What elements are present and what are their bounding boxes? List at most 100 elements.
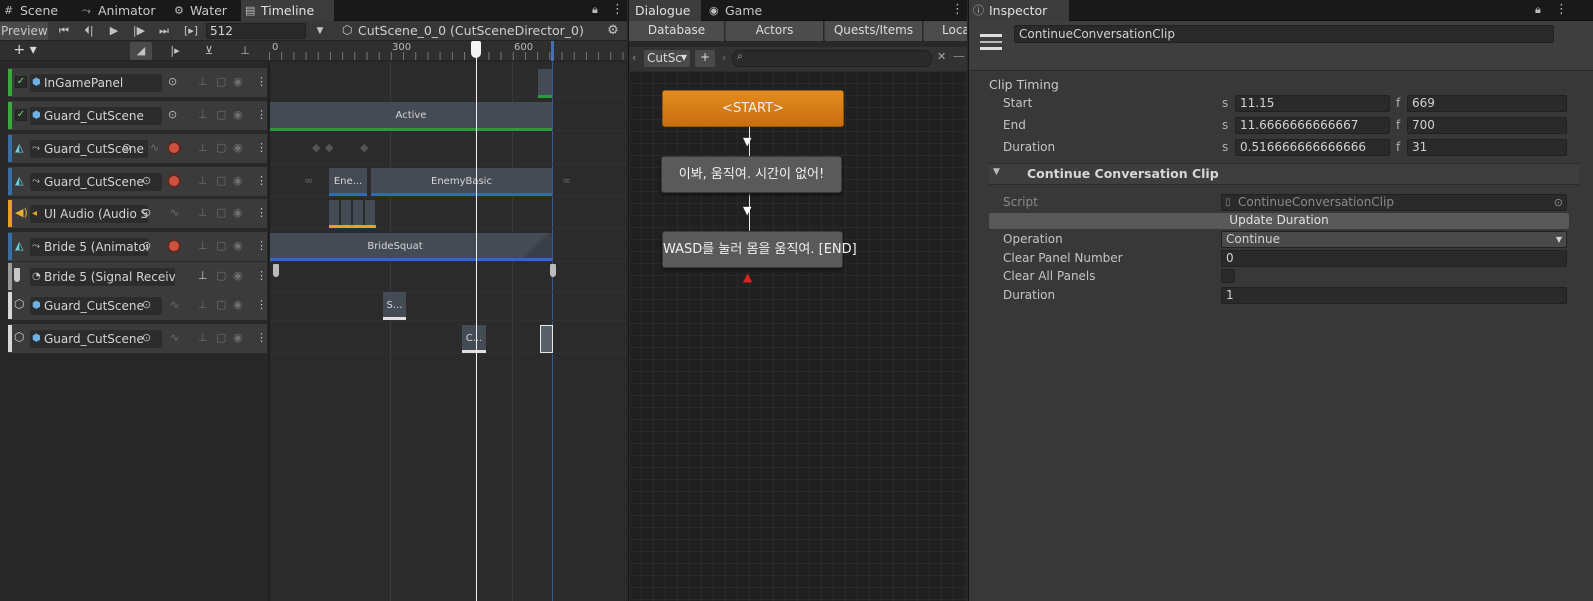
object-picker-icon[interactable]: ⊙ bbox=[142, 239, 151, 252]
track-name-field[interactable]: ◔ Bride 5 (Signal Receiv bbox=[30, 268, 175, 286]
component-header[interactable]: ▼ Continue Conversation Clip bbox=[989, 163, 1579, 185]
panel-menu-icon[interactable]: ⋮ bbox=[951, 0, 964, 21]
pin-icon[interactable]: ⊥ bbox=[198, 331, 208, 344]
track-menu-icon[interactable]: ⋮ bbox=[256, 298, 267, 311]
dialogue-node[interactable]: 이봐, 움직여. 시간이 없어! bbox=[661, 156, 842, 193]
foldout-arrow-icon[interactable]: ▼ bbox=[993, 167, 1000, 177]
track-header[interactable]: ✓ ⬢ InGamePanel ⊙ ⊥ ▢ ◉ ⋮ bbox=[8, 68, 267, 98]
activation-clip[interactable] bbox=[538, 69, 552, 98]
curves-icon[interactable]: ∿ bbox=[170, 331, 179, 344]
update-duration-button[interactable]: Update Duration bbox=[989, 213, 1569, 229]
chevron-left-icon[interactable]: ‹ bbox=[632, 51, 636, 64]
track-menu-icon[interactable]: ⋮ bbox=[256, 239, 267, 252]
tab-animator[interactable]: ⤳ Animator bbox=[78, 0, 166, 21]
activation-clip[interactable]: Active bbox=[270, 102, 552, 131]
curves-icon[interactable]: ∿ bbox=[170, 206, 179, 219]
go-to-start-icon[interactable]: ⏮ bbox=[54, 22, 74, 40]
clear-all-checkbox[interactable] bbox=[1221, 269, 1235, 283]
visibility-eye-icon[interactable]: ◉ bbox=[233, 269, 243, 282]
subtab-actors[interactable]: Actors bbox=[726, 21, 824, 41]
selected-clip[interactable] bbox=[540, 325, 553, 353]
track-name-field[interactable]: ⤳ Bride 5 (Animator bbox=[30, 238, 148, 256]
object-picker-icon[interactable]: ⊙ bbox=[142, 206, 151, 219]
track-header[interactable]: ✓ ⬢ Guard_CutScene ⊙ ⊥ ▢ ◉ ⋮ bbox=[8, 101, 267, 131]
dialogue-graph-canvas[interactable]: ▼ ▼ ▲ <START> 이봐, 움직여. 시간이 없어! WASD를 눌러 … bbox=[629, 71, 967, 601]
end-frames-field[interactable]: 700 bbox=[1407, 117, 1567, 134]
track-header[interactable]: ⬡ ⬢ Guard_CutScene ⊙ ∿ ⊥ ▢ ◉ ⋮ bbox=[8, 324, 267, 354]
marker-pin-icon[interactable]: ⊥ bbox=[236, 42, 254, 60]
lock-icon[interactable]: ▢ bbox=[216, 174, 226, 187]
signal-marker[interactable] bbox=[550, 264, 556, 277]
add-track-button[interactable]: + ▾ bbox=[8, 41, 42, 59]
lock-icon[interactable]: ▢ bbox=[216, 298, 226, 311]
next-frame-icon[interactable]: |▶ bbox=[129, 22, 149, 40]
track-header[interactable]: ◭ ⤳ Bride 5 (Animator ⊙ ⊥ ▢ ◉ ⋮ bbox=[8, 232, 267, 262]
lock-icon[interactable]: ▢ bbox=[216, 206, 226, 219]
visibility-eye-icon[interactable]: ◉ bbox=[233, 108, 243, 121]
visibility-eye-icon[interactable]: ◉ bbox=[233, 206, 243, 219]
panel-menu-icon[interactable]: ⋮ bbox=[1555, 0, 1568, 21]
panel-menu-icon[interactable]: ⋮ bbox=[611, 0, 624, 21]
snap-icon[interactable]: ⊻ bbox=[198, 42, 220, 60]
record-button[interactable] bbox=[167, 174, 181, 188]
track-name-field[interactable]: ⬢ InGamePanel bbox=[30, 74, 162, 92]
tab-water[interactable]: ⚙ Water bbox=[170, 0, 240, 21]
tab-dialogue[interactable]: Dialogue bbox=[629, 0, 701, 21]
previous-frame-icon[interactable]: ⏴︎| bbox=[79, 22, 99, 40]
chevron-right-icon[interactable]: › bbox=[722, 51, 726, 64]
duration-frames-field[interactable]: 31 bbox=[1407, 139, 1567, 156]
object-picker-icon[interactable]: ⊙ bbox=[168, 108, 177, 121]
curves-icon[interactable]: ∿ bbox=[170, 298, 179, 311]
object-picker-icon[interactable]: ⊙ bbox=[142, 174, 151, 187]
header-divider[interactable] bbox=[268, 62, 270, 601]
audio-clip[interactable] bbox=[329, 200, 376, 228]
track-menu-icon[interactable]: ⋮ bbox=[256, 269, 267, 282]
pin-icon[interactable]: ⊥ bbox=[198, 269, 208, 282]
operation-dropdown[interactable]: Continue ▼ bbox=[1221, 231, 1567, 248]
start-seconds-field[interactable]: 11.15 bbox=[1235, 95, 1390, 112]
track-name-field[interactable]: ⬢ Guard_CutScene bbox=[30, 107, 162, 125]
play-range-icon[interactable]: [▸] bbox=[180, 22, 202, 40]
track-menu-icon[interactable]: ⋮ bbox=[256, 141, 267, 154]
start-frames-field[interactable]: 669 bbox=[1407, 95, 1567, 112]
clear-panel-number-field[interactable]: 0 bbox=[1221, 250, 1567, 267]
signal-marker[interactable] bbox=[273, 264, 279, 277]
pin-icon[interactable]: ⊥ bbox=[198, 174, 208, 187]
track-enabled-checkbox[interactable]: ✓ bbox=[15, 76, 27, 88]
search-input[interactable]: ⌕ bbox=[732, 50, 932, 67]
settings-gear-icon[interactable]: ⚙ bbox=[604, 22, 622, 40]
track-menu-icon[interactable]: ⋮ bbox=[256, 108, 267, 121]
end-seconds-field[interactable]: 11.6666666666667 bbox=[1235, 117, 1390, 134]
lock-icon[interactable]: 🔒︎ bbox=[1535, 3, 1541, 17]
object-picker-icon[interactable]: ⊙ bbox=[168, 75, 177, 88]
object-picker-icon[interactable]: ⊙ bbox=[142, 298, 151, 311]
toolbar-menu-icon[interactable]: — bbox=[953, 49, 965, 63]
preview-button[interactable]: Preview bbox=[0, 22, 48, 40]
duration-seconds-field[interactable]: 0.516666666666666 bbox=[1235, 139, 1390, 156]
dialogue-node[interactable]: WASD를 눌러 몸을 움직여. [END] bbox=[662, 231, 857, 268]
timeline-ruler[interactable]: 0 300 600 bbox=[269, 41, 627, 61]
tab-scene[interactable]: # Scene bbox=[0, 0, 76, 21]
track-name-field[interactable]: ◂ UI Audio (Audio S bbox=[30, 205, 148, 223]
visibility-eye-icon[interactable]: ◉ bbox=[233, 75, 243, 88]
clear-search-icon[interactable]: ✕ bbox=[937, 50, 946, 63]
curves-icon[interactable]: ∿ bbox=[150, 141, 159, 154]
frame-field[interactable]: 512 bbox=[206, 23, 306, 39]
track-header[interactable]: ◭ ⤳ Guard_CutScene ⊙ ⊥ ▢ ◉ ⋮ bbox=[8, 167, 267, 197]
custom-clip[interactable]: C... bbox=[462, 325, 486, 353]
subtab-quests-items[interactable]: Quests/Items bbox=[825, 21, 923, 41]
track-header[interactable]: ◔ Bride 5 (Signal Receiv ⊥ ▢ ◉ ⋮ bbox=[8, 262, 267, 292]
subtab-database[interactable]: Database bbox=[629, 21, 725, 41]
visibility-eye-icon[interactable]: ◉ bbox=[233, 141, 243, 154]
pin-icon[interactable]: ⊥ bbox=[198, 239, 208, 252]
keyframe-marker[interactable]: ◆ bbox=[325, 141, 333, 154]
visibility-eye-icon[interactable]: ◉ bbox=[233, 331, 243, 344]
track-header[interactable]: ◭ ⤳ Guard_CutScene ⊙ ∿ ⊥ ▢ ◉ ⋮ bbox=[8, 134, 267, 164]
conversation-dropdown[interactable]: CutSc ▼ bbox=[644, 50, 690, 67]
object-picker-icon[interactable]: ⊙ bbox=[142, 331, 151, 344]
track-menu-icon[interactable]: ⋮ bbox=[256, 75, 267, 88]
lock-icon[interactable]: ▢ bbox=[216, 331, 226, 344]
track-enabled-checkbox[interactable]: ✓ bbox=[15, 109, 27, 121]
object-name-field[interactable]: ContinueConversationClip bbox=[1014, 25, 1554, 43]
lock-icon[interactable]: ▢ bbox=[216, 75, 226, 88]
